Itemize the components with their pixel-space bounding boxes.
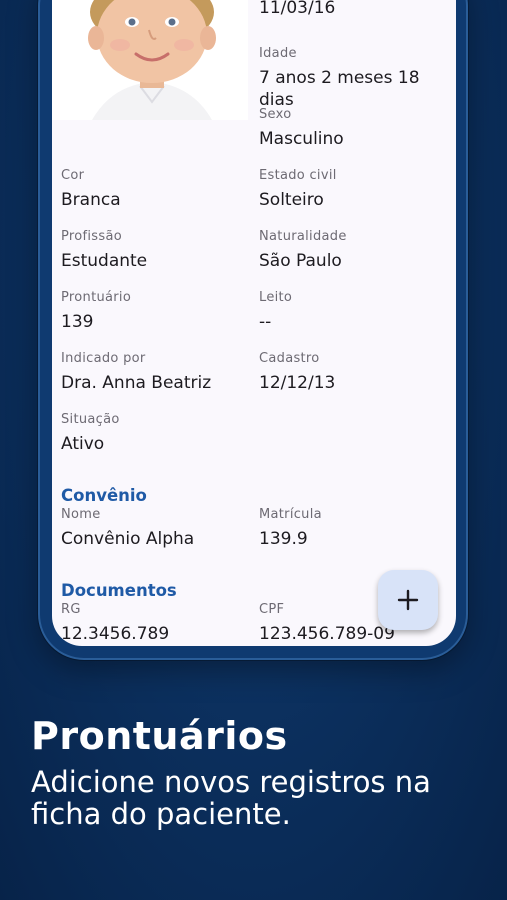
nascimento-value: 11/03/16	[259, 0, 336, 18]
estado-civil-label: Estado civil	[259, 168, 337, 183]
leito-label: Leito	[259, 290, 293, 305]
prontuario-label: Prontuário	[61, 290, 132, 305]
profissao-value: Estudante	[61, 251, 148, 271]
field-profissao: Profissão Estudante	[61, 229, 147, 272]
field-convenio-nome: Nome Convênio Alpha	[61, 507, 194, 550]
idade-label: Idade	[259, 46, 297, 61]
promo-headline: Prontuários	[31, 714, 288, 758]
promo-subline: Adicione novos registros na ficha do pac…	[31, 765, 431, 831]
rg-label: RG	[61, 602, 81, 617]
field-matricula: Matrícula 139.9	[259, 507, 322, 550]
profissao-label: Profissão	[61, 229, 122, 244]
idade-value: 7 anos 2 meses 18 dias	[259, 68, 420, 110]
situacao-label: Situação	[61, 412, 120, 427]
sexo-label: Sexo	[259, 107, 292, 122]
situacao-value: Ativo	[61, 434, 105, 454]
field-leito: Leito --	[259, 290, 292, 333]
naturalidade-label: Naturalidade	[259, 229, 347, 244]
section-title-documentos: Documentos	[61, 581, 177, 600]
section-title-convenio: Convênio	[61, 486, 147, 505]
cor-label: Cor	[61, 168, 85, 183]
patient-photo	[52, 0, 248, 120]
cadastro-value: 12/12/13	[259, 373, 336, 393]
matricula-label: Matrícula	[259, 507, 322, 522]
cpf-label: CPF	[259, 602, 285, 617]
cpf-value: 123.456.789-09	[259, 624, 395, 644]
naturalidade-value: São Paulo	[259, 251, 342, 271]
estado-civil-value: Solteiro	[259, 190, 324, 210]
rg-value: 12.3456.789	[61, 624, 170, 644]
prontuario-value: 139	[61, 312, 94, 332]
cor-value: Branca	[61, 190, 121, 210]
leito-value: --	[259, 312, 272, 332]
field-cor: Cor Branca	[61, 168, 121, 211]
field-cadastro: Cadastro 12/12/13	[259, 351, 335, 394]
add-record-button[interactable]	[378, 570, 438, 630]
field-idade: Idade 7 anos 2 meses 18 dias	[259, 46, 456, 111]
matricula-value: 139.9	[259, 529, 308, 549]
field-prontuario: Prontuário 139	[61, 290, 131, 333]
field-cpf: CPF 123.456.789-09	[259, 602, 395, 645]
plus-icon	[397, 589, 419, 611]
phone-screen: 11/03/16 Idade 7 anos 2 meses 18 dias Se…	[52, 0, 456, 646]
indicado-por-value: Dra. Anna Beatriz	[61, 373, 212, 393]
field-sexo: Sexo Masculino	[259, 107, 344, 150]
convenio-nome-label: Nome	[61, 507, 101, 522]
convenio-nome-value: Convênio Alpha	[61, 529, 195, 549]
field-indicado-por: Indicado por Dra. Anna Beatriz	[61, 351, 211, 394]
field-nascimento: 11/03/16	[259, 0, 335, 19]
field-estado-civil: Estado civil Solteiro	[259, 168, 337, 211]
field-rg: RG 12.3456.789	[61, 602, 169, 645]
cadastro-label: Cadastro	[259, 351, 320, 366]
field-naturalidade: Naturalidade São Paulo	[259, 229, 347, 272]
sexo-value: Masculino	[259, 129, 344, 149]
field-situacao: Situação Ativo	[61, 412, 120, 455]
indicado-por-label: Indicado por	[61, 351, 146, 366]
